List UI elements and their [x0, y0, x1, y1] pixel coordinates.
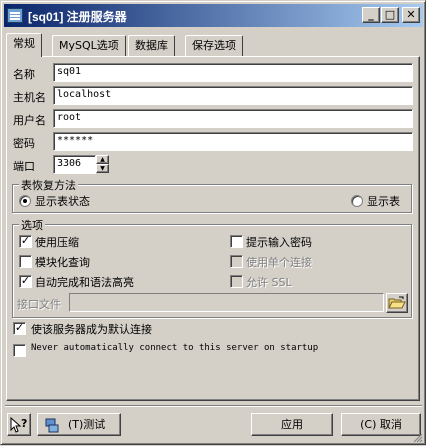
resize-grip-icon [413, 433, 423, 443]
host-label: 主机名 [13, 91, 46, 104]
user-input[interactable]: root [53, 109, 413, 128]
port-spin-up-button[interactable]: ▲ [96, 155, 109, 164]
svg-text:?: ? [21, 417, 27, 430]
tab-general[interactable]: 常规 [6, 33, 42, 57]
host-input[interactable]: localhost [53, 86, 413, 105]
title-bar[interactable]: [sq01] 注册服务器 _ □ ✕ [4, 4, 423, 27]
register-server-dialog: [sq01] 注册服务器 _ □ ✕ 常规 MySQL选项 数据库 保存选项 名… [0, 0, 426, 445]
use-compression-checkbox[interactable]: ✓ [19, 235, 32, 248]
port-input[interactable]: 3306 [53, 155, 96, 174]
user-label: 用户名 [13, 114, 46, 127]
help-button[interactable]: ? [7, 413, 31, 436]
help-pointer-icon: ? [10, 416, 27, 433]
name-label: 名称 [13, 68, 35, 81]
folder-open-icon [388, 296, 406, 309]
show-tables-radio[interactable] [351, 195, 363, 207]
allow-ssl-label[interactable]: 允许 SSL [246, 274, 292, 290]
maximize-button[interactable]: □ [381, 7, 399, 23]
browse-folder-button[interactable] [386, 293, 408, 313]
show-table-state-label[interactable]: 显示表状态 [35, 193, 90, 209]
resize-grip[interactable] [413, 433, 423, 443]
modular-query-checkbox[interactable] [19, 255, 32, 268]
modular-query-label[interactable]: 模块化查询 [35, 254, 90, 270]
prompt-password-checkbox[interactable] [230, 235, 243, 248]
options-title: 选项 [19, 217, 45, 233]
never-auto-connect-label[interactable]: Never automatically connect to this serv… [31, 343, 318, 353]
close-button[interactable]: ✕ [402, 7, 420, 23]
password-input[interactable]: ****** [53, 132, 413, 151]
options-group: 选项 ✓ 使用压缩 提示输入密码 模块化查询 使用单个连接 ✓ 自动完成和语法高… [12, 217, 412, 318]
password-label: 密码 [13, 137, 35, 150]
default-connection-label[interactable]: 使该服务器成为默认连接 [31, 321, 152, 337]
minimize-button[interactable]: _ [362, 7, 380, 23]
single-connection-checkbox[interactable] [230, 255, 243, 268]
server-icon [7, 8, 23, 23]
single-connection-label[interactable]: 使用单个连接 [246, 254, 312, 270]
show-tables-label[interactable]: 显示表 [367, 193, 400, 209]
restore-method-group: 表恢复方法 显示表状态 显示表 [12, 177, 412, 213]
autocomplete-label[interactable]: 自动完成和语法高亮 [35, 274, 134, 290]
interface-file-label: 接口文件 [17, 298, 61, 311]
interface-file-input[interactable] [69, 293, 384, 312]
port-label: 端口 [13, 160, 35, 173]
tab-save-options[interactable]: 保存选项 [185, 35, 243, 56]
test-connection-icon [45, 418, 59, 433]
test-button[interactable]: (T)测试 [37, 413, 121, 436]
port-spin-down-button[interactable]: ▼ [96, 164, 109, 173]
name-input[interactable]: sq01 [53, 63, 413, 82]
use-compression-label[interactable]: 使用压缩 [35, 234, 79, 250]
default-connection-checkbox[interactable]: ✓ [13, 322, 26, 335]
prompt-password-label[interactable]: 提示输入密码 [246, 234, 312, 250]
allow-ssl-checkbox[interactable] [230, 275, 243, 288]
tab-databases[interactable]: 数据库 [128, 35, 175, 56]
restore-method-title: 表恢复方法 [19, 177, 78, 193]
general-tab-panel: 名称 sq01 主机名 localhost 用户名 root 密码 ******… [6, 56, 420, 401]
test-button-label: (T)测试 [68, 418, 106, 431]
never-auto-connect-checkbox[interactable] [13, 344, 26, 357]
show-table-state-radio[interactable] [19, 195, 31, 207]
apply-button[interactable]: 应用 [251, 413, 333, 436]
window-title: [sq01] 注册服务器 [28, 10, 127, 24]
cancel-button[interactable]: (C) 取消 [341, 413, 421, 436]
tab-mysql-options[interactable]: MySQL选项 [52, 35, 126, 56]
footer-divider [5, 405, 422, 406]
autocomplete-checkbox[interactable]: ✓ [19, 275, 32, 288]
